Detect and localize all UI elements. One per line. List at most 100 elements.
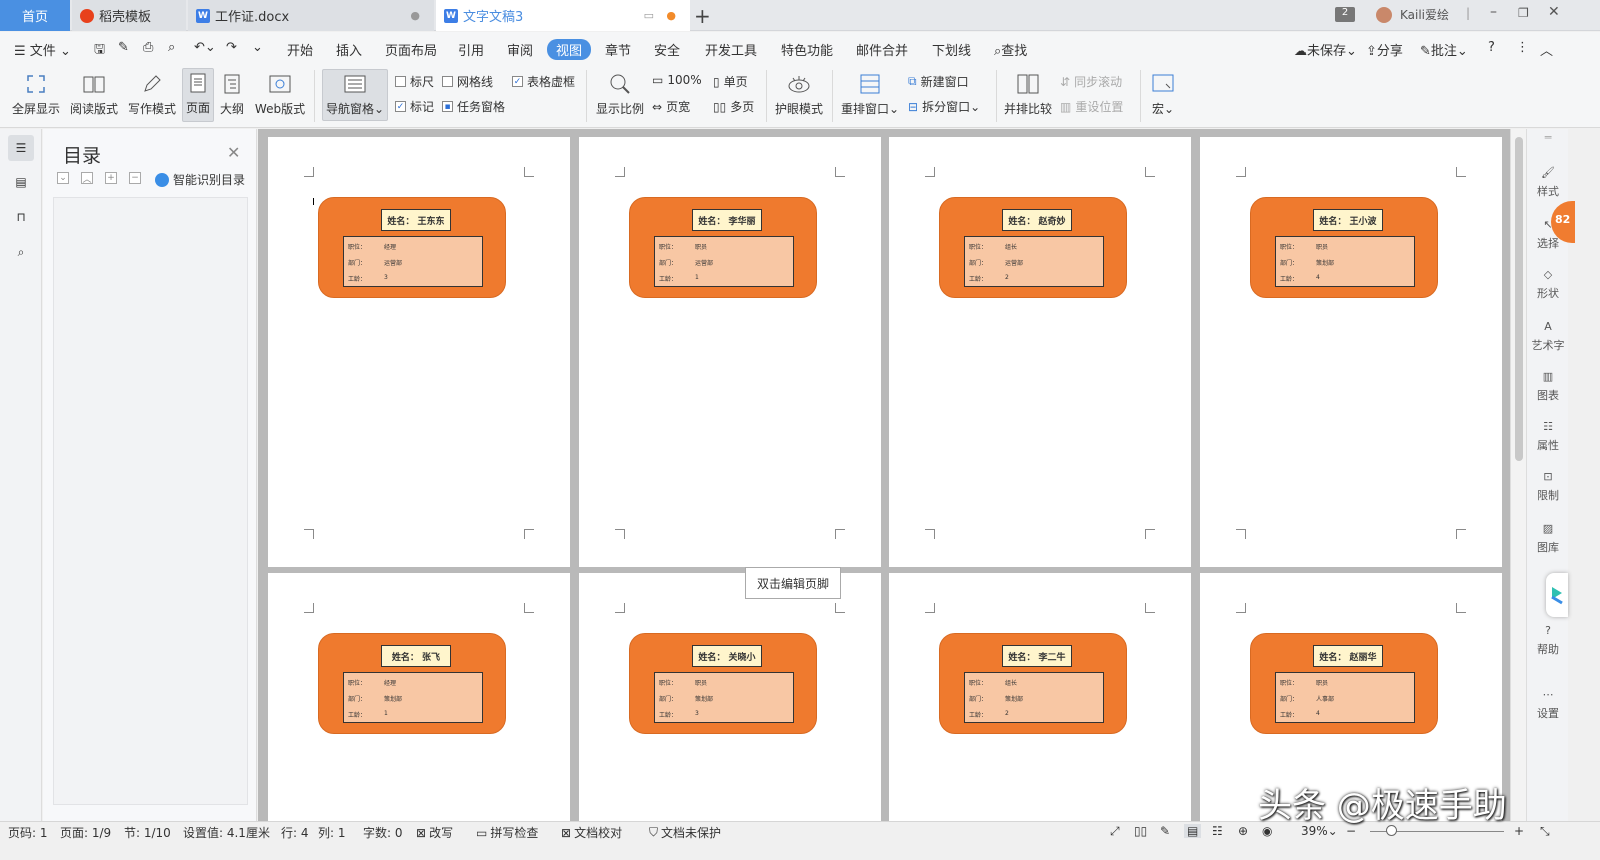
restrict-panel-button[interactable]: ⊡ 限制 xyxy=(1527,467,1569,503)
menu-devtools[interactable]: 开发工具 xyxy=(705,40,757,59)
format-painter-icon[interactable]: ✎ xyxy=(118,40,129,55)
help-button[interactable]: ? xyxy=(1488,40,1495,55)
bookmark-icon[interactable]: ⊓ xyxy=(8,204,34,230)
document-page[interactable]: 姓名： 赵奇妙 职位： 组长 部门： 运营部 工龄： 2 xyxy=(889,137,1191,567)
tab-workcard-doc[interactable]: W 工作证.docx ● xyxy=(188,0,434,31)
unsaved-button[interactable]: ☁未保存⌄ xyxy=(1294,40,1357,59)
mark-checkbox[interactable]: ✓ 标记 xyxy=(395,98,434,115)
menu-features[interactable]: 特色功能 xyxy=(781,40,833,59)
quick-access-more-icon[interactable]: ⌄ xyxy=(252,40,263,55)
work-badge[interactable]: 姓名： 李华丽 职位： 职员 部门： 运营部 工龄： 1 xyxy=(629,197,817,298)
file-menu[interactable]: ☰ 文件 ⌄ xyxy=(14,40,71,59)
menu-reference[interactable]: 引用 xyxy=(458,40,484,59)
work-badge[interactable]: 姓名： 王东东 职位： 经理 部门： 运营部 工龄： 3 xyxy=(318,197,506,298)
share-button[interactable]: ⇪分享 xyxy=(1366,40,1403,59)
smart-toc-button[interactable]: 智能识别目录 xyxy=(155,171,245,188)
task-pane-checkbox[interactable]: ▪ 任务窗格 xyxy=(442,98,505,115)
close-icon[interactable]: ✕ xyxy=(227,143,240,162)
menu-security[interactable]: 安全 xyxy=(654,40,680,59)
find-icon[interactable]: ⌕ xyxy=(8,239,34,265)
menu-start[interactable]: 开始 xyxy=(287,40,313,59)
tab-close-dot-icon[interactable]: ● xyxy=(410,9,420,22)
style-panel-button[interactable]: 🖌 样式 xyxy=(1527,163,1569,199)
rearrange-window-button[interactable]: 重排窗口⌄ xyxy=(840,66,900,124)
work-badge[interactable]: 姓名： 李二牛 职位： 组长 部门： 策划部 工龄： 2 xyxy=(939,633,1127,734)
restore-icon[interactable]: ❐ xyxy=(1518,6,1529,20)
redo-icon[interactable]: ↷ xyxy=(226,40,237,55)
menu-underline[interactable]: 下划线 xyxy=(932,40,971,59)
settings-panel-button[interactable]: ⋯ 设置 xyxy=(1527,685,1569,721)
read-mode-status-icon[interactable]: ▯▯ xyxy=(1134,824,1147,838)
document-page[interactable]: 姓名： 李二牛 职位： 组长 部门： 策划部 工龄： 2 xyxy=(889,573,1191,821)
vertical-scrollbar[interactable] xyxy=(1510,129,1526,821)
menu-insert[interactable]: 插入 xyxy=(336,40,362,59)
remove-heading-icon[interactable]: − xyxy=(129,172,141,184)
work-badge[interactable]: 姓名： 赵奇妙 职位： 组长 部门： 运营部 工龄： 2 xyxy=(939,197,1127,298)
work-badge[interactable]: 姓名： 关晓小 职位： 职员 部门： 策划部 工龄： 3 xyxy=(629,633,817,734)
page-view-button[interactable]: 页面 xyxy=(182,68,214,122)
zoom-ratio-button[interactable]: 显示比例 xyxy=(594,66,646,124)
search-button[interactable]: ⌕查找 xyxy=(994,40,1027,59)
toc-icon[interactable]: ☰ xyxy=(8,135,34,161)
comment-button[interactable]: ✎批注⌄ xyxy=(1420,40,1468,59)
close-icon[interactable]: ✕ xyxy=(1548,4,1560,20)
menu-view[interactable]: 视图 xyxy=(547,39,592,60)
work-badge[interactable]: 姓名： 张飞 职位： 经理 部门： 策划部 工龄： 1 xyxy=(318,633,506,734)
new-tab-button[interactable]: + xyxy=(694,4,711,28)
page-view-status-icon[interactable]: ▤ xyxy=(1184,824,1202,838)
print-preview-icon[interactable]: ⌕ xyxy=(168,40,175,55)
undo-icon[interactable]: ↶⌄ xyxy=(194,40,216,55)
edit-footer-tooltip[interactable]: 双击编辑页脚 xyxy=(745,567,841,599)
unsaved-dot-icon[interactable]: ● xyxy=(666,9,676,22)
sync-scroll-button[interactable]: ⇵ 同步滚动 xyxy=(1060,73,1122,90)
outline-button[interactable]: 大纲 xyxy=(216,66,248,124)
web-layout-button[interactable]: Web版式 xyxy=(252,66,308,124)
wordart-panel-button[interactable]: A 艺术字 xyxy=(1527,317,1569,353)
avatar[interactable] xyxy=(1376,7,1392,23)
document-page[interactable]: 姓名： 关晓小 职位： 职员 部门： 策划部 工龄： 3 xyxy=(579,573,881,821)
web-status-icon[interactable]: ⊕ xyxy=(1238,824,1248,838)
assistant-tab-icon[interactable] xyxy=(1546,573,1568,617)
zoom-100-button[interactable]: ▭ 100% xyxy=(652,73,702,87)
tab-daoke-templates[interactable]: 稻壳模板 xyxy=(72,0,186,31)
new-window-button[interactable]: ⧉ 新建窗口 xyxy=(908,73,969,90)
minimize-icon[interactable]: – xyxy=(1490,4,1497,20)
write-mode-status-icon[interactable]: ✎ xyxy=(1160,824,1170,838)
more-options-icon[interactable]: ⋮ xyxy=(1516,40,1529,55)
property-panel-button[interactable]: ☷ 属性 xyxy=(1527,417,1569,453)
menu-layout[interactable]: 页面布局 xyxy=(385,40,437,59)
single-page-button[interactable]: ▯ 单页 xyxy=(713,73,748,90)
user-name[interactable]: Kaili爱绘 xyxy=(1400,6,1449,23)
side-by-side-button[interactable]: 并排比较 xyxy=(1002,66,1054,124)
page-width-button[interactable]: ⇔ 页宽 xyxy=(652,98,690,115)
eye-mode-button[interactable]: 护眼模式 xyxy=(772,66,826,124)
window-count-badge[interactable]: 2 xyxy=(1335,7,1355,22)
document-page[interactable]: 姓名： 张飞 职位： 经理 部门： 策划部 工龄： 1 xyxy=(268,573,570,821)
read-mode-button[interactable]: 阅读版式 xyxy=(66,66,122,124)
menu-review[interactable]: 审阅 xyxy=(507,40,533,59)
reset-position-button[interactable]: ▥ 重设位置 xyxy=(1060,98,1123,115)
document-page[interactable]: 姓名： 王小波 职位： 职员 部门： 策划部 工龄： 4 xyxy=(1200,137,1502,567)
shape-panel-button[interactable]: ◇ 形状 xyxy=(1527,265,1569,301)
split-window-button[interactable]: ⊟ 拆分窗口 ⌄ xyxy=(908,98,980,115)
write-mode-button[interactable]: 写作模式 xyxy=(124,66,180,124)
work-badge[interactable]: 姓名： 赵丽华 职位： 职员 部门： 人事部 工龄： 4 xyxy=(1250,633,1438,734)
monitor-icon[interactable]: ▭ xyxy=(644,9,654,22)
table-frame-checkbox[interactable]: ✓ 表格虚框 xyxy=(512,73,575,90)
menu-chapter[interactable]: 章节 xyxy=(605,40,631,59)
nav-pane-button[interactable]: 导航窗格⌄ xyxy=(322,69,388,121)
fit-window-icon[interactable]: ⤡ xyxy=(1540,824,1550,839)
ruler-checkbox[interactable]: 标尺 xyxy=(395,73,434,90)
multi-page-button[interactable]: ▯▯ 多页 xyxy=(713,98,754,115)
print-icon[interactable]: ⎙ xyxy=(143,40,153,55)
gallery-panel-button[interactable]: ▨ 图库 xyxy=(1527,519,1569,555)
outline-status-icon[interactable]: ☷ xyxy=(1212,824,1223,838)
menu-mailmerge[interactable]: 邮件合并 xyxy=(856,40,908,59)
fullscreen-button[interactable]: 全屏显示 xyxy=(8,66,64,124)
help-panel-button[interactable]: ? 帮助 xyxy=(1527,621,1569,657)
add-heading-icon[interactable]: + xyxy=(105,172,117,184)
macro-button[interactable]: 宏⌄ xyxy=(1146,66,1180,124)
tab-document3[interactable]: W 文字文稿3 ▭ ● xyxy=(436,0,690,31)
expand-all-icon[interactable]: ⌄ xyxy=(57,172,69,184)
save-icon[interactable]: 🖫 xyxy=(94,40,105,62)
